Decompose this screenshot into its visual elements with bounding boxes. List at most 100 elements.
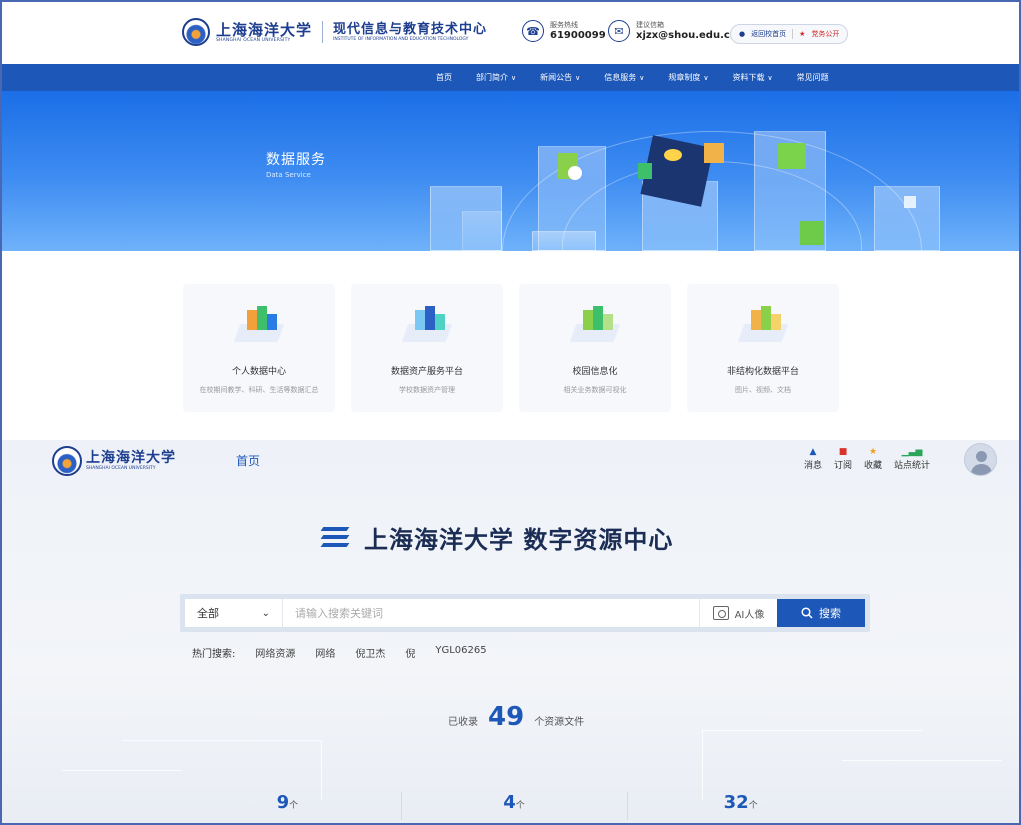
- category-count-unit: 个: [748, 801, 758, 811]
- mailbox-value[interactable]: xjzx@shou.edu.cn: [636, 30, 737, 42]
- portal-title-text: 上海海洋大学 数字资源中心: [364, 526, 674, 554]
- portal-toolbar: ▲ 消息 ■ 订阅 ★ 收藏 ▁▃▅ 站点统计: [804, 446, 930, 471]
- stats-count: 49: [488, 702, 525, 732]
- avatar[interactable]: [964, 443, 997, 476]
- service-card-title: 数据资产服务平台: [390, 367, 463, 377]
- face-scan-icon: [712, 606, 729, 620]
- university-emblem-icon: [52, 446, 82, 476]
- banner-subtitle: Data Service: [266, 171, 311, 179]
- avatar-head: [976, 451, 987, 462]
- bar-chart-icon: ▁▃▅: [901, 447, 923, 457]
- nav-item[interactable]: 新闻公告 ∨: [528, 72, 592, 83]
- hot-search-term[interactable]: 倪: [405, 645, 415, 660]
- portal-logo-name-en: SHANGHAI OCEAN UNIVERSITY: [86, 466, 156, 471]
- mailbox-label: 建议信箱: [636, 20, 664, 29]
- nav-item[interactable]: 资料下载 ∨: [721, 72, 785, 83]
- circuit-line: [62, 770, 182, 810]
- category-count[interactable]: 4个: [400, 792, 628, 822]
- bell-icon: ▲: [809, 447, 817, 457]
- stats-prefix: 已收录: [448, 717, 478, 728]
- nav-item[interactable]: 信息服务 ∨: [592, 72, 656, 83]
- ai-face-search-button[interactable]: AI人像: [699, 599, 777, 627]
- portal-home-link[interactable]: 首页: [236, 452, 260, 469]
- search-button[interactable]: 搜索: [777, 599, 865, 627]
- hot-search-term[interactable]: 倪卫杰: [355, 645, 385, 660]
- nav-item-label: 资料下载: [732, 73, 765, 82]
- toolbar-label: 收藏: [864, 461, 883, 471]
- ai-face-label: AI人像: [734, 609, 765, 621]
- stats-suffix: 个资源文件: [534, 717, 585, 728]
- hotline-label: 服务热线: [550, 20, 578, 29]
- toolbar-label: 消息: [804, 461, 823, 471]
- nav-item[interactable]: 规章制度 ∨: [656, 72, 720, 83]
- search-icon: [801, 607, 813, 619]
- search-input[interactable]: [283, 599, 699, 627]
- chevron-down-icon: ∨: [767, 73, 773, 82]
- toolbar-bell-button[interactable]: ▲ 消息: [804, 446, 822, 471]
- contact-mailbox: ✉ 建议信箱 xjzx@shou.edu.cn: [608, 20, 737, 42]
- search-button-label: 搜索: [819, 607, 841, 620]
- links-separator: [792, 29, 794, 39]
- search-scope-select[interactable]: 全部 ⌄: [185, 599, 283, 627]
- logo-name-cn: 上海海洋大学: [216, 20, 313, 39]
- nav-item[interactable]: 部门简介 ∨: [464, 72, 528, 83]
- service-card[interactable]: 校园信息化 相关业务数据可视化: [519, 284, 671, 412]
- contact-hotline: ☎ 服务热线 61900099: [522, 20, 606, 42]
- party-emblem-icon: ★: [799, 30, 806, 38]
- nav-item[interactable]: 首页: [424, 72, 464, 83]
- site-header: 上海海洋大学 SHANGHAI OCEAN UNIVERSITY 现代信息与教育…: [2, 2, 1019, 64]
- hot-search-term[interactable]: YGL06265: [435, 645, 486, 660]
- university-home-link[interactable]: 返回校首页: [751, 29, 786, 39]
- banner-title: 数据服务: [266, 152, 326, 168]
- toolbar-label: 订阅: [834, 461, 853, 471]
- hot-search-label: 热门搜索:: [192, 649, 236, 660]
- service-cards: 个人数据中心 在校期间教学、科研、生活等数据汇总 数据资产服务平台 学校数据资产管理校…: [183, 284, 839, 412]
- nav-item-label: 规章制度: [668, 73, 701, 82]
- nav-item-label: 常见问题: [796, 73, 829, 82]
- portal-logo[interactable]: 上海海洋大学 SHANGHAI OCEAN UNIVERSITY: [52, 446, 176, 476]
- small-cube-icon: [904, 196, 916, 208]
- service-card[interactable]: 个人数据中心在校期间教学、科研、生活等数据汇总: [183, 284, 335, 412]
- hot-search-term[interactable]: 网络: [315, 645, 335, 660]
- bookmark-icon: ■: [838, 447, 848, 457]
- toolbar-label: 站点统计: [894, 461, 931, 471]
- logo-divider: [322, 21, 324, 43]
- nav-item-label: 信息服务: [604, 73, 637, 82]
- search-box: 全部 ⌄ AI人像 搜索: [185, 599, 865, 627]
- category-count-number: 9: [276, 792, 290, 813]
- category-count-unit: 个: [515, 801, 525, 811]
- nav-item-label: 首页: [436, 73, 452, 82]
- bar-blocks-icon: [800, 221, 824, 245]
- toolbar-bar-chart-button[interactable]: ▁▃▅ 站点统计: [894, 446, 930, 471]
- toolbar-star-button[interactable]: ★ 收藏: [864, 446, 882, 471]
- orange-block-icon: [704, 143, 724, 163]
- portal-title: 上海海洋大学 数字资源中心: [316, 520, 673, 555]
- category-count-number: 4: [503, 792, 516, 813]
- category-count[interactable]: 9个: [174, 792, 401, 822]
- pie-chart-icon: [664, 149, 682, 161]
- data-asset-icon: [399, 306, 455, 346]
- service-card[interactable]: 非结构化数据平台 图片、视频、文档: [687, 284, 839, 412]
- center-name-cn: 现代信息与教育技术中心: [333, 22, 488, 37]
- data-blocks-icon: [778, 143, 806, 169]
- service-card-desc: 在校期间教学、科研、生活等数据汇总: [199, 386, 319, 394]
- user-icon: [568, 166, 582, 180]
- center-name-en: INSTITUTE OF INFORMATION AND EDUCATION T…: [333, 37, 469, 42]
- portal-logo-name-cn: 上海海洋大学: [86, 450, 176, 466]
- nav-item[interactable]: 常见问题: [785, 72, 841, 83]
- party-affairs-link[interactable]: 党务公开: [811, 29, 839, 39]
- hot-search-term[interactable]: 网络资源: [255, 645, 295, 660]
- toolbar-bookmark-button[interactable]: ■ 订阅: [834, 446, 852, 471]
- circuit-line: [842, 760, 1002, 800]
- category-count[interactable]: 32个: [627, 792, 854, 822]
- main-nav: 首页 部门简介 ∨ 新闻公告 ∨ 信息服务 ∨ 规章制度 ∨ 资料下载 ∨ 常见问题: [2, 64, 1019, 91]
- service-card-title: 个人数据中心: [231, 367, 286, 377]
- category-counts: 9个 4个 32个: [174, 792, 854, 822]
- site-logo[interactable]: 上海海洋大学 SHANGHAI OCEAN UNIVERSITY 现代信息与教育…: [182, 18, 487, 46]
- chevron-down-icon: ∨: [639, 73, 645, 82]
- resource-center-logo-icon: [316, 523, 352, 553]
- green-block-icon: [638, 163, 652, 179]
- service-card-desc: 相关业务数据可视化: [563, 386, 627, 394]
- nav-item-label: 新闻公告: [540, 73, 573, 82]
- service-card[interactable]: 数据资产服务平台 学校数据资产管理: [351, 284, 503, 412]
